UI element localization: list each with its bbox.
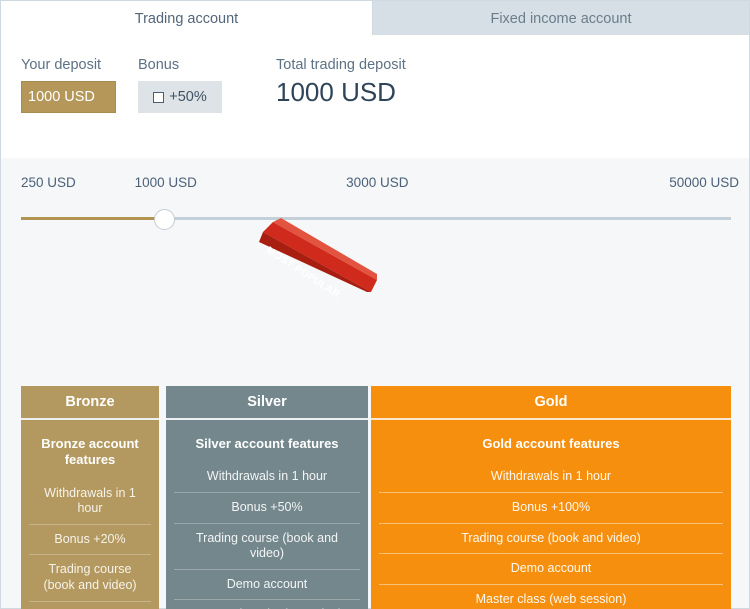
- feature-item: Demo account: [29, 600, 151, 609]
- plans-area: 250 USD 1000 USD 3000 USD 50000 USD Bron…: [0, 158, 750, 609]
- plan-card-bronze-features-title: Bronze account features: [41, 436, 139, 468]
- plan-card-silver-body: Silver account features Withdrawals in 1…: [166, 420, 368, 609]
- feature-item: Demo account: [174, 568, 360, 600]
- plan-card-silver: Silver Silver account features Withdrawa…: [166, 386, 368, 609]
- feature-item: Bonus +20%: [29, 523, 151, 555]
- total-deposit-value: 1000 USD: [276, 77, 396, 107]
- plan-card-gold-title: Gold: [371, 386, 731, 420]
- tab-trading-account[interactable]: Trading account: [0, 0, 373, 36]
- your-deposit-label: Your deposit: [21, 57, 102, 73]
- feature-item: Trading course (book and video): [379, 522, 723, 554]
- feature-item: Bonus +100%: [379, 491, 723, 523]
- plan-card-silver-features-title: Silver account features: [195, 436, 339, 451]
- checkbox-icon[interactable]: [153, 91, 165, 103]
- plan-card-gold: Gold Gold account features Withdrawals i…: [371, 386, 731, 609]
- plan-card-bronze-body: Bronze account features Withdrawals in 1…: [21, 420, 159, 609]
- plan-card-silver-title: Silver: [166, 386, 368, 420]
- feature-item: Master class (web session): [379, 583, 723, 609]
- feature-item: Trading course (book and video): [174, 522, 360, 569]
- deposit-fields-row: Your deposit Bonus +50% Total trading de…: [21, 57, 428, 113]
- deposit-panel: Your deposit Bonus +50% Total trading de…: [0, 35, 750, 206]
- your-deposit-input[interactable]: [21, 81, 116, 113]
- plan-card-gold-features-title: Gold account features: [482, 436, 620, 451]
- total-deposit-group: Total trading deposit 1000 USD: [276, 57, 406, 108]
- tab-bar: Trading account Fixed income account: [0, 0, 750, 36]
- tab-trading-account-label: Trading account: [134, 11, 239, 27]
- your-deposit-field-group: Your deposit: [21, 57, 116, 113]
- plan-card-bronze-title: Bronze: [21, 386, 159, 418]
- feature-item: Withdrawals in 1 hour: [490, 469, 612, 484]
- feature-item: Demo account: [379, 553, 723, 584]
- bonus-value: +50%: [169, 89, 207, 105]
- plan-cards: Bronze Bronze account features Withdrawa…: [1, 158, 750, 609]
- bonus-label: Bonus: [138, 57, 180, 73]
- feature-item: Master class (web session): [174, 599, 360, 609]
- feature-item: Withdrawals in 1 hour: [44, 485, 136, 516]
- tab-fixed-income-account[interactable]: Fixed income account: [373, 0, 750, 36]
- tab-fixed-income-account-label: Fixed income account: [490, 11, 632, 27]
- bonus-field-group: Bonus +50%: [138, 57, 222, 113]
- feature-item: Trading course (book and video): [29, 554, 151, 600]
- total-deposit-label: Total trading deposit: [276, 57, 406, 73]
- plan-card-bronze: Bronze Bronze account features Withdrawa…: [21, 386, 159, 609]
- feature-item: Bonus +50%: [174, 491, 360, 523]
- feature-item: Withdrawals in 1 hour: [206, 469, 328, 484]
- pricing-calculator-screen: Trading account Fixed income account You…: [0, 0, 750, 609]
- plan-card-gold-body: Gold account features Withdrawals in 1 h…: [371, 420, 731, 609]
- bonus-checkbox-toggle[interactable]: +50%: [138, 81, 222, 113]
